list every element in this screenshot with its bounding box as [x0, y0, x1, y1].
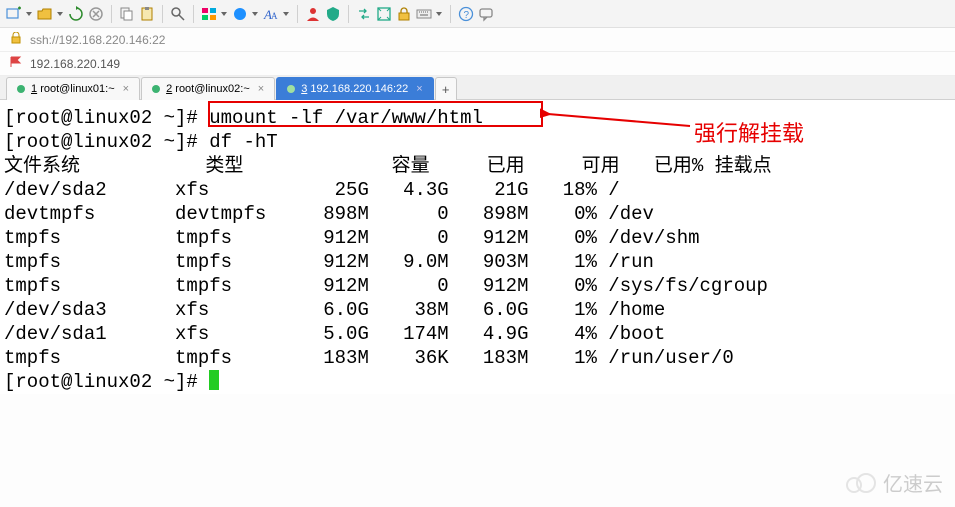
- fullscreen-icon[interactable]: [376, 6, 392, 22]
- toolbar-separator: [162, 5, 163, 23]
- add-tab-button[interactable]: +: [435, 77, 457, 100]
- new-session-dropdown[interactable]: [26, 6, 33, 22]
- shield-icon[interactable]: [325, 6, 341, 22]
- close-icon[interactable]: ×: [123, 83, 129, 95]
- font-icon[interactable]: AA: [263, 6, 279, 22]
- keyboard-icon[interactable]: [416, 6, 432, 22]
- annotation-text: 强行解挂载: [694, 116, 804, 148]
- bookmark-flag-icon: [10, 56, 22, 71]
- close-icon[interactable]: ×: [258, 83, 264, 95]
- status-dot-icon: [17, 85, 25, 93]
- close-icon[interactable]: ×: [416, 83, 422, 95]
- toolbar-separator: [193, 5, 194, 23]
- open-dropdown[interactable]: [57, 6, 64, 22]
- copy-icon[interactable]: [119, 6, 135, 22]
- address-bar: ssh://192.168.220.146:22: [0, 28, 955, 52]
- user-icon[interactable]: [305, 6, 321, 22]
- reconnect-icon[interactable]: [68, 6, 84, 22]
- help-icon[interactable]: ?: [458, 6, 474, 22]
- svg-text:A: A: [271, 11, 278, 21]
- main-toolbar: AA ?: [0, 0, 955, 28]
- svg-text:?: ?: [464, 10, 470, 21]
- status-dot-icon: [287, 85, 295, 93]
- lock-icon[interactable]: [396, 6, 412, 22]
- open-icon[interactable]: [37, 6, 53, 22]
- session-tabs: 1 root@linux01:~ × 2 root@linux02:~ × 3 …: [0, 76, 955, 100]
- watermark: 亿速云: [845, 468, 943, 497]
- color-scheme-dropdown[interactable]: [252, 6, 259, 22]
- search-icon[interactable]: [170, 6, 186, 22]
- layout-icon[interactable]: [201, 6, 217, 22]
- terminal-cursor: [209, 370, 219, 390]
- toolbar-separator: [450, 5, 451, 23]
- new-session-icon[interactable]: [6, 6, 22, 22]
- disconnect-icon[interactable]: [88, 6, 104, 22]
- terminal-pane[interactable]: [root@linux02 ~]# umount -lf /var/www/ht…: [0, 100, 955, 394]
- layout-dropdown[interactable]: [221, 6, 228, 22]
- ssh-url-text: ssh://192.168.220.146:22: [30, 33, 165, 47]
- tab-session-3[interactable]: 3 192.168.220.146:22 ×: [276, 77, 434, 100]
- toolbar-separator: [348, 5, 349, 23]
- toolbar-separator: [297, 5, 298, 23]
- bookmark-ip-text[interactable]: 192.168.220.149: [30, 57, 120, 71]
- font-dropdown[interactable]: [283, 6, 290, 22]
- chat-icon[interactable]: [478, 6, 494, 22]
- color-scheme-icon[interactable]: [232, 6, 248, 22]
- keyboard-dropdown[interactable]: [436, 6, 443, 22]
- lock-small-icon: [10, 32, 22, 47]
- transfer-icon[interactable]: [356, 6, 372, 22]
- tab-session-1[interactable]: 1 root@linux01:~ ×: [6, 77, 140, 100]
- status-dot-icon: [152, 85, 160, 93]
- paste-icon[interactable]: [139, 6, 155, 22]
- toolbar-separator: [111, 5, 112, 23]
- tab-session-2[interactable]: 2 root@linux02:~ ×: [141, 77, 275, 100]
- bookmark-bar: 192.168.220.149: [0, 52, 955, 76]
